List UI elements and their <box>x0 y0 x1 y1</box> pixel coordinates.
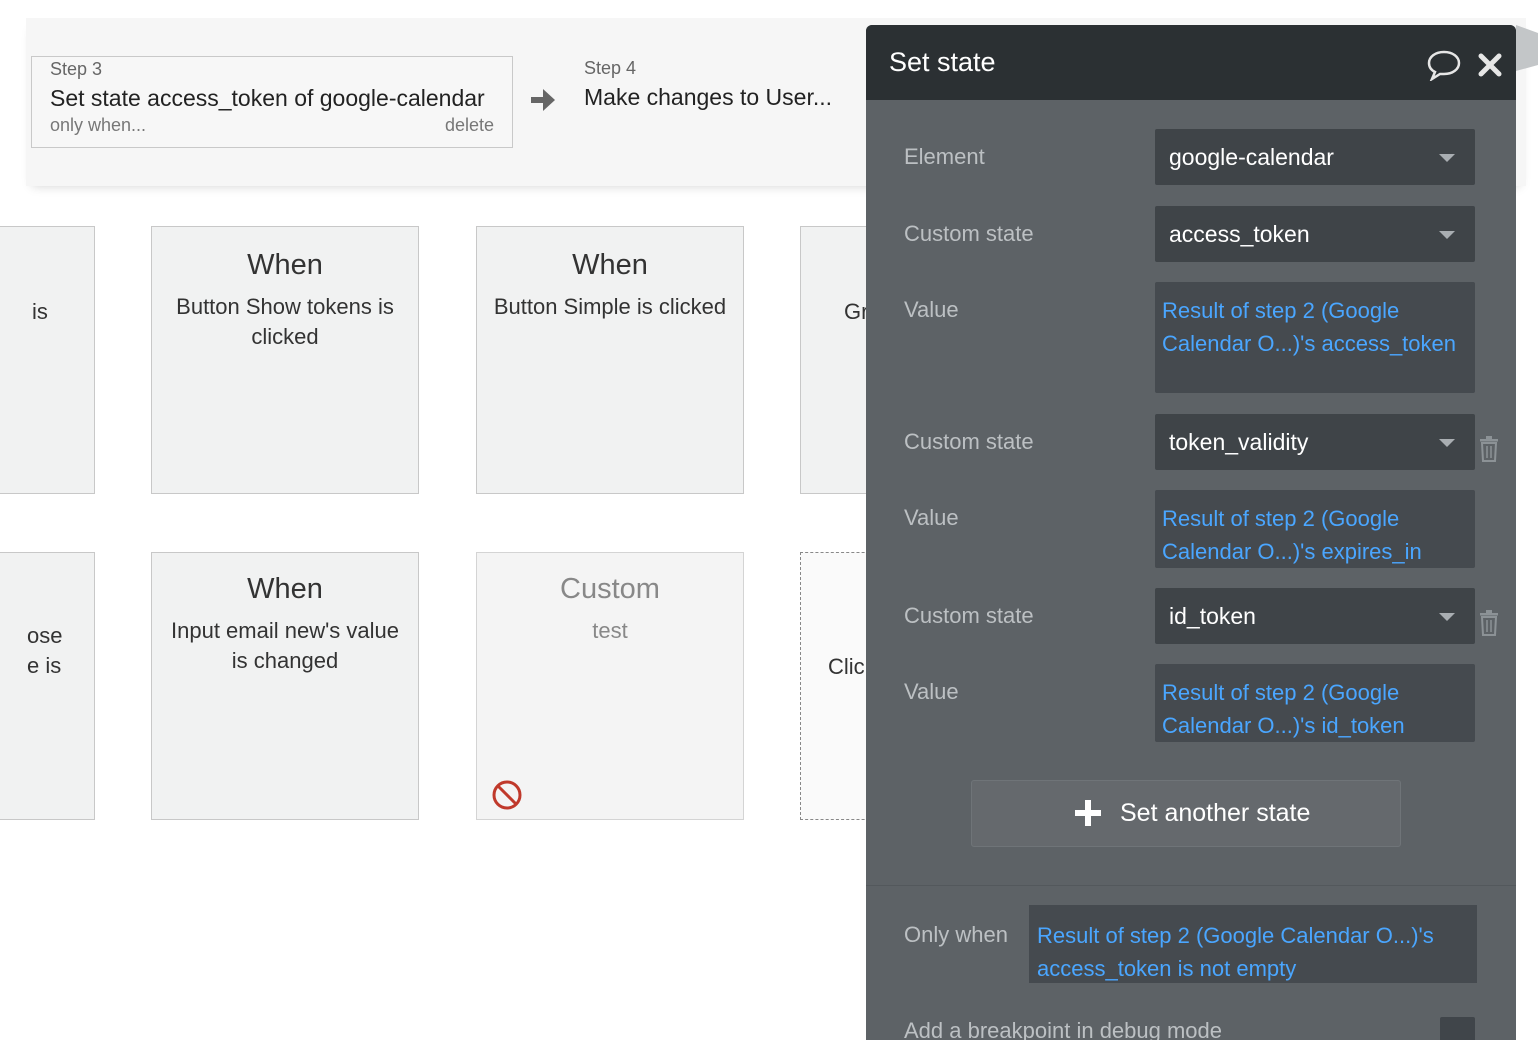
event-card-text: ose <box>27 623 63 648</box>
element-dropdown-value: google-calendar <box>1169 144 1334 170</box>
event-card-text: is <box>32 299 48 324</box>
panel-edge-icon <box>1516 25 1538 71</box>
event-card-title: When <box>247 249 323 281</box>
event-card-title: Custom <box>560 573 660 605</box>
panel-divider <box>866 885 1516 886</box>
event-card-text: Clic <box>828 654 865 679</box>
custom-state-value: access_token <box>1169 221 1310 247</box>
step-3-card[interactable]: Step 3 Set state access_token of google-… <box>31 56 513 148</box>
chevron-down-icon <box>1439 439 1455 447</box>
event-card-input-email[interactable]: When Input email new's value is changed <box>151 552 419 820</box>
value-expression-1[interactable]: Result of step 2 (Google Calendar O...)'… <box>1155 282 1475 393</box>
breakpoint-label: Add a breakpoint in debug mode <box>904 1018 1223 1040</box>
element-dropdown[interactable]: google-calendar <box>1155 129 1475 185</box>
value-label: Value <box>904 505 959 530</box>
custom-state-label: Custom state <box>904 603 1034 628</box>
custom-state-value: id_token <box>1169 603 1256 629</box>
element-label: Element <box>904 144 985 169</box>
set-another-state-button[interactable]: Set another state <box>971 780 1401 847</box>
step-3-only-when-link[interactable]: only when... <box>50 115 146 136</box>
set-state-panel: Set state Element google-calendar Custom… <box>866 25 1516 1040</box>
event-card-partial-left-1[interactable]: is <box>0 226 95 494</box>
event-card-title: When <box>247 573 323 605</box>
only-when-expression[interactable]: Result of step 2 (Google Calendar O...)'… <box>1029 905 1477 983</box>
arrow-right-icon <box>531 89 555 111</box>
custom-state-label: Custom state <box>904 429 1034 454</box>
close-icon[interactable] <box>1476 51 1504 79</box>
chevron-down-icon <box>1439 154 1455 162</box>
plus-icon <box>1075 800 1101 826</box>
trash-icon[interactable] <box>1478 436 1500 462</box>
step-4-title: Make changes to User... <box>584 84 833 110</box>
step-4-number: Step 4 <box>584 58 637 78</box>
custom-state-dropdown-1[interactable]: access_token <box>1155 206 1475 262</box>
step-4-card[interactable]: Step 4 Make changes to User... <box>583 56 853 148</box>
chevron-down-icon <box>1439 613 1455 621</box>
set-another-state-label: Set another state <box>1120 799 1311 827</box>
event-card-description: Input email new's value is changed <box>171 618 399 673</box>
event-card-description: Button Simple is clicked <box>493 294 727 319</box>
event-card-simple[interactable]: When Button Simple is clicked <box>476 226 744 494</box>
only-when-label: Only when <box>904 922 1008 947</box>
value-expression-2[interactable]: Result of step 2 (Google Calendar O...)'… <box>1155 490 1475 568</box>
value-label: Value <box>904 297 959 322</box>
event-card-partial-left-2[interactable]: ose e is <box>0 552 95 820</box>
trash-icon[interactable] <box>1478 610 1500 636</box>
breakpoint-checkbox[interactable] <box>1440 1017 1475 1040</box>
value-label: Value <box>904 679 959 704</box>
event-card-description: Button Show tokens is clicked <box>176 294 394 349</box>
step-3-number: Step 3 <box>50 59 103 79</box>
event-card-title: When <box>572 249 648 281</box>
panel-header: Set state <box>866 25 1516 100</box>
event-card-text: e is <box>27 653 62 678</box>
value-expression-3[interactable]: Result of step 2 (Google Calendar O...)'… <box>1155 664 1475 742</box>
event-card-text: Gr <box>844 299 869 324</box>
event-card-description: test <box>592 618 628 643</box>
step-3-title: Set state access_token of google-calenda… <box>50 85 485 111</box>
chevron-down-icon <box>1439 231 1455 239</box>
event-card-show-tokens[interactable]: When Button Show tokens is clicked <box>151 226 419 494</box>
panel-title: Set state <box>889 47 996 77</box>
custom-state-dropdown-2[interactable]: token_validity <box>1155 414 1475 470</box>
ban-icon <box>492 780 522 810</box>
custom-state-label: Custom state <box>904 221 1034 246</box>
custom-state-value: token_validity <box>1169 429 1309 455</box>
comment-icon[interactable] <box>1426 49 1462 81</box>
custom-state-dropdown-3[interactable]: id_token <box>1155 588 1475 644</box>
step-3-delete-link[interactable]: delete <box>445 115 494 136</box>
